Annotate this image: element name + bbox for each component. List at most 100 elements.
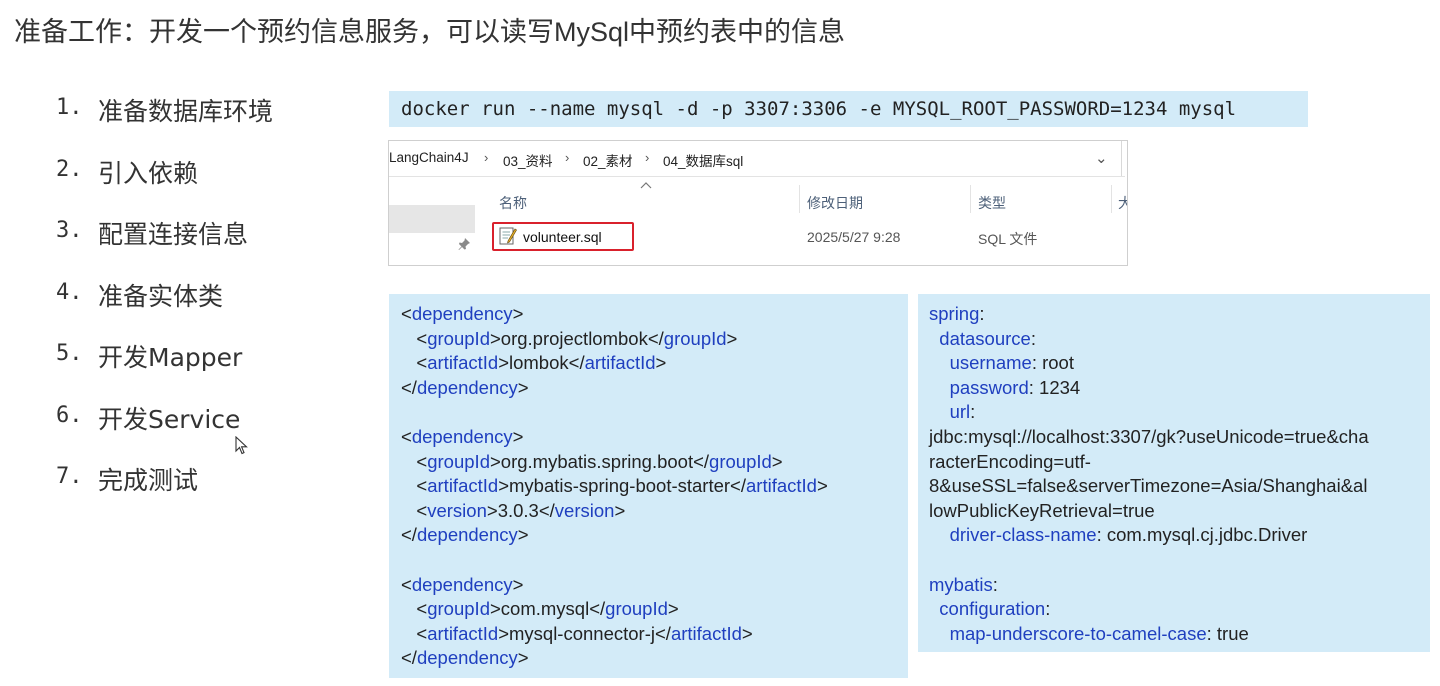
step-number: 1. <box>56 95 83 120</box>
sort-ascending-icon <box>640 182 652 189</box>
step-item: 7. 完成测试 <box>56 461 273 523</box>
code-line: 8&useSSL=false&serverTimezone=Asia/Shang… <box>929 475 1368 497</box>
code-line: </dependency> <box>401 524 529 546</box>
yml-key: datasource <box>939 327 1031 349</box>
code-line: <artifactId>lombok</artifactId> <box>401 352 667 374</box>
step-number: 2. <box>56 156 83 182</box>
code-line: jdbc:mysql://localhost:3307/gk?useUnicod… <box>929 425 1369 447</box>
yml-value: root <box>1036 352 1074 374</box>
code-line: username: root <box>949 352 1074 374</box>
code-line: url: <box>949 401 976 423</box>
step-text: 开发Mapper <box>98 343 243 372</box>
breadcrumb-separator: › <box>645 150 650 165</box>
column-header-modified[interactable]: 修改日期 <box>807 193 863 213</box>
dep3-groupid: com.mysql <box>500 598 590 620</box>
yml-key: username <box>949 352 1032 374</box>
step-number: 7. <box>56 464 83 489</box>
yml-key: driver-class-name <box>949 524 1097 546</box>
yml-value: com.mysql.cj.jdbc.Driver <box>1101 524 1308 546</box>
column-divider[interactable] <box>970 185 971 213</box>
code-line: driver-class-name: com.mysql.cj.jdbc.Dri… <box>949 524 1308 546</box>
step-number: 3. <box>56 218 83 243</box>
dep2-artifactid: mybatis-spring-boot-starter <box>509 475 731 497</box>
page-title: 准备工作：开发一个预约信息服务，可以读写MySql中预约表中的信息 <box>14 17 846 47</box>
pin-icon <box>458 238 470 250</box>
code-line: <dependency> <box>401 303 524 324</box>
divider <box>1121 141 1122 176</box>
step-number: 5. <box>56 341 83 366</box>
breadcrumb-item[interactable]: LangChain4J <box>389 150 469 165</box>
code-line: <dependency> <box>401 573 524 595</box>
step-item: 1. 准备数据库环境 <box>56 92 273 154</box>
dep3-artifactid: mysql-connector-j <box>509 622 655 644</box>
step-text: 完成测试 <box>98 466 199 495</box>
yml-key: mybatis <box>929 573 993 595</box>
code-line: <artifactId>mybatis-spring-boot-starter<… <box>401 475 828 497</box>
step-item: 2. 引入依赖 <box>56 154 273 216</box>
yml-key: configuration <box>939 598 1046 620</box>
code-line: configuration: <box>939 598 1051 620</box>
yml-key: spring <box>929 303 980 324</box>
column-header-name[interactable]: 名称 <box>499 193 527 213</box>
step-text: 准备数据库环境 <box>98 97 274 126</box>
step-item: 3. 配置连接信息 <box>56 215 273 277</box>
address-bar[interactable]: LangChain4J › 03_资料 › 02_素材 › 04_数据库sql … <box>389 141 1125 177</box>
breadcrumb-item[interactable]: 04_数据库sql <box>663 150 743 170</box>
code-line: lowPublicKeyRetrieval=true <box>929 499 1155 521</box>
code-line: map-underscore-to-camel-case: true <box>949 622 1249 644</box>
yml-key: password <box>949 376 1029 398</box>
breadcrumb-separator: › <box>484 150 489 165</box>
code-line: <version>3.0.3</version> <box>401 499 626 521</box>
yml-value: 1234 <box>1033 376 1081 398</box>
breadcrumb-item[interactable]: 02_素材 <box>583 150 633 170</box>
step-item: 5. 开发Mapper <box>56 338 273 400</box>
breadcrumb-separator: › <box>565 150 570 165</box>
file-explorer-window: LangChain4J › 03_资料 › 02_素材 › 04_数据库sql … <box>388 140 1128 266</box>
yml-key: url <box>949 401 971 423</box>
file-modified-date: 2025/5/27 9:28 <box>807 229 901 245</box>
dep2-groupid: org.mybatis.spring.boot <box>500 450 694 472</box>
code-line: <dependency> <box>401 425 524 447</box>
step-number: 6. <box>56 402 83 428</box>
file-name[interactable]: volunteer.sql <box>523 229 602 245</box>
step-item: 4. 准备实体类 <box>56 277 273 339</box>
code-line: </dependency> <box>401 376 529 398</box>
step-text: 配置连接信息 <box>98 220 249 249</box>
code-line: <groupId>org.mybatis.spring.boot</groupI… <box>401 450 783 472</box>
dep2-version: 3.0.3 <box>497 499 539 521</box>
step-text: 开发Service <box>98 404 241 434</box>
code-line: </dependency> <box>401 647 529 669</box>
yml-value: true <box>1211 622 1249 644</box>
steps-list: 1. 准备数据库环境 2. 引入依赖 3. 配置连接信息 4. 准备实体类 5. 开发Ma… <box>56 92 273 523</box>
column-divider[interactable] <box>1111 185 1112 213</box>
yml-key: map-underscore-to-camel-case <box>949 622 1207 644</box>
code-line: password: 1234 <box>949 376 1081 398</box>
code-line: <groupId>org.projectlombok</groupId> <box>401 327 738 349</box>
breadcrumb-item[interactable]: 03_资料 <box>503 150 553 170</box>
step-text: 准备实体类 <box>98 281 224 311</box>
step-number: 4. <box>56 279 83 305</box>
chevron-down-icon[interactable]: ⌄ <box>1095 149 1108 167</box>
dep1-groupid: org.projectlombok <box>500 327 648 349</box>
code-line: spring: <box>929 303 985 324</box>
mouse-cursor-icon <box>235 436 248 455</box>
code-line: <artifactId>mysql-connector-j</artifactI… <box>401 622 753 644</box>
navigation-pane-item[interactable] <box>389 205 475 233</box>
code-line: <groupId>com.mysql</groupId> <box>401 598 679 620</box>
docker-command: docker run --name mysql -d -p 3307:3306 … <box>389 91 1308 127</box>
step-text: 引入依赖 <box>98 158 199 188</box>
file-type: SQL 文件 <box>978 231 1038 247</box>
code-line: mybatis: <box>929 573 998 595</box>
column-divider[interactable] <box>799 185 800 213</box>
code-line: datasource: <box>939 327 1036 349</box>
dep1-artifactid: lombok <box>509 352 569 374</box>
column-header-size[interactable]: 大 <box>1118 193 1127 213</box>
application-yml-code: spring: datasource: username: root passw… <box>918 294 1430 652</box>
sql-file-icon <box>499 227 517 245</box>
code-line: racterEncoding=utf- <box>929 450 1091 472</box>
column-header-type[interactable]: 类型 <box>978 193 1006 213</box>
pom-dependencies-code: <dependency> <groupId>org.projectlombok<… <box>389 294 908 678</box>
